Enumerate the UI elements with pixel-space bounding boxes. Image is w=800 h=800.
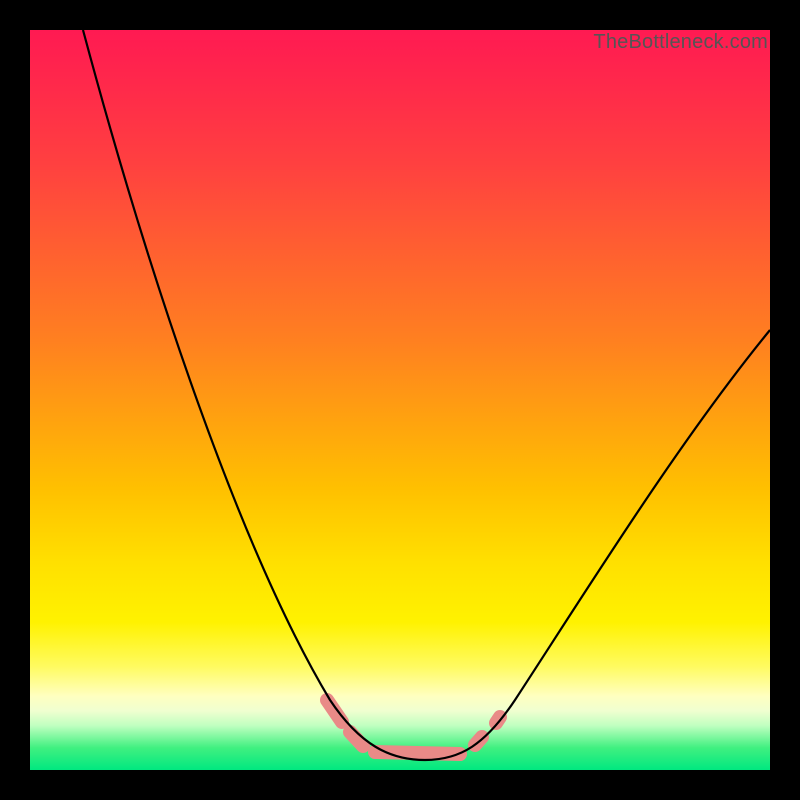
bottleneck-curve bbox=[83, 30, 770, 760]
chart-frame: TheBottleneck.com bbox=[0, 0, 800, 800]
watermark-text: TheBottleneck.com bbox=[593, 31, 768, 54]
chart-svg bbox=[30, 30, 770, 770]
